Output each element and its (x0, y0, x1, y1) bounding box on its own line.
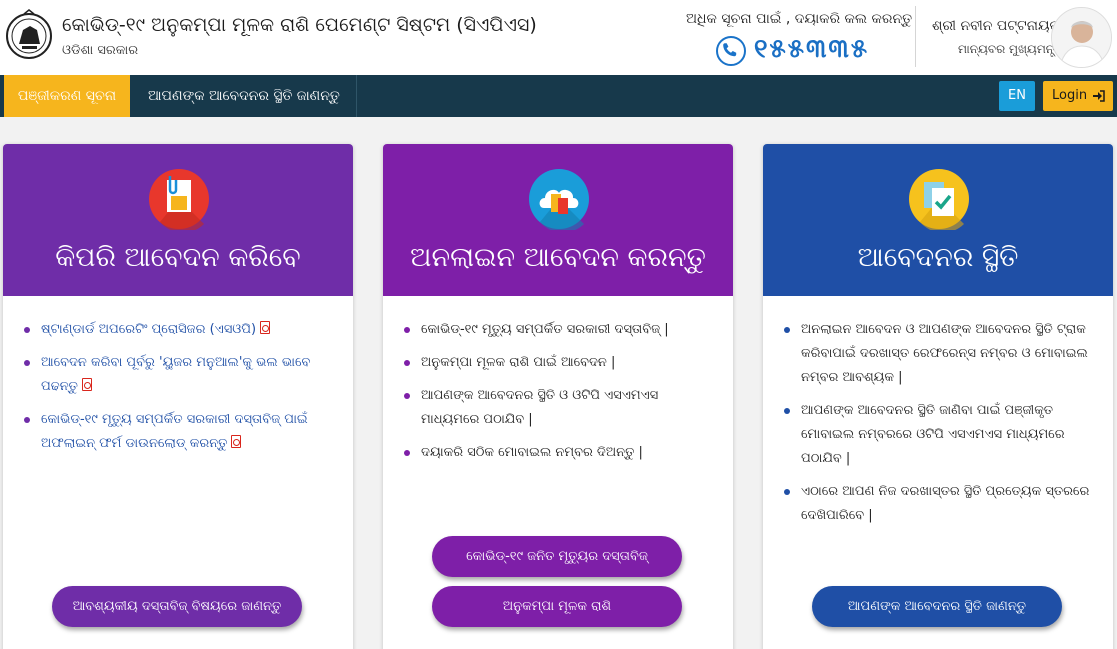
pdf-icon[interactable] (231, 435, 242, 448)
tab-registration-info[interactable]: ପଞ୍ଜୀକରଣ ସୂଚନା (4, 75, 130, 117)
list-item-text: ଦୟାକରି ସଠିକ ମୋବାଇଲ ନମ୍ବର ଦିଅନ୍ତୁ | (421, 445, 643, 460)
list-item-text: କୋଭିଡ୍-୧୯ ମୃତ୍ୟୁ ସମ୍ପର୍କିତ ସରକାରୀ ଦସ୍ତାବ… (421, 322, 669, 337)
helpline-text: ଅଧିକ ସୂଚନା ପାଇଁ , ଦୟାକରି କଲ କରନ୍ତୁ (686, 11, 913, 27)
list-item-text: ଆପଣଙ୍କ ଆବେଦନର ସ୍ଥିତି ଜାଣିବା ପାଇଁ ପଞ୍ଜୀକୃ… (801, 403, 1065, 466)
card-header: ଅନଲାଇନ ଆବେଦନ କରନ୍ତୁ (383, 144, 733, 296)
cloud-upload-icon (529, 169, 589, 230)
portrait-icon (1052, 8, 1111, 67)
login-label: Login (1052, 88, 1088, 103)
card-apply-online: ଅନଲାଇନ ଆବେଦନ କରନ୍ତୁ କୋଭିଡ୍-୧୯ ମୃତ୍ୟୁ ସମ୍… (383, 144, 733, 649)
covid-death-document-button[interactable]: କୋଭିଡ୍-୧୯ ଜନିତ ମୃତ୍ୟୁର ଦସ୍ତାବିଜ୍ (432, 536, 682, 577)
list-item: ଆପଣଙ୍କ ଆବେଦନର ସ୍ଥିତି ଜାଣିବା ପାଇଁ ପଞ୍ଜୀକୃ… (784, 399, 1093, 471)
card-info-list: ଷ୍ଟାଣ୍ଡାର୍ଡ ଅପରେଟିଂ ପ୍ରୋସିଜର (ଏସଓପି) ଆବେ… (3, 296, 353, 456)
list-item[interactable]: କୋଭିଡ୍-୧୯ ମୃତ୍ୟୁ ସମ୍ପର୍କିତ ସରକାରୀ ଦସ୍ତାବ… (24, 408, 333, 456)
card-header: ଆବେଦନର ସ୍ଥିତି (763, 144, 1113, 296)
list-item-text: ଆପଣଙ୍କ ଆବେଦନର ସ୍ଥିତି ଓ ଓଟିପି ଏସଏମଏସ ମାଧ୍… (421, 388, 659, 427)
cm-name: ଶ୍ରୀ ନବୀନ ପଟ୍ଟନାୟକ (932, 18, 1060, 34)
page-title: କୋଭିଡ୍-୧୯ ଅନୁକମ୍ପା ମୂଳକ ରାଶି ପେମେଣ୍ଟ ସିଷ… (62, 14, 537, 36)
list-item-text[interactable]: କୋଭିଡ୍-୧୯ ମୃତ୍ୟୁ ସମ୍ପର୍କିତ ସରକାରୀ ଦସ୍ତାବ… (41, 412, 308, 451)
list-item: କୋଭିଡ୍-୧୯ ମୃତ୍ୟୁ ସମ୍ପର୍କିତ ସରକାରୀ ଦସ୍ତାବ… (404, 318, 713, 342)
list-item-text: ଏଠାରେ ଆପଣ ନିଜ ଦରଖାସ୍ତର ସ୍ଥିତି ପ୍ରତ୍ୟେକ ସ… (801, 484, 1090, 523)
list-item: ଅନୁକମ୍ପା ମୂଳକ ରାଶି ପାଇଁ ଆବେଦନ | (404, 351, 713, 375)
card-how-to-apply: କିପରି ଆବେଦନ କରିବେ ଷ୍ଟାଣ୍ଡାର୍ଡ ଅପରେଟିଂ ପ୍… (3, 144, 353, 649)
header-divider (915, 6, 916, 67)
card-info-list: କୋଭିଡ୍-୧୯ ମୃତ୍ୟୁ ସମ୍ପର୍କିତ ସରକାରୀ ଦସ୍ତାବ… (383, 296, 733, 465)
card-title: କିପରି ଆବେଦନ କରିବେ (55, 242, 301, 273)
phone-icon (716, 36, 746, 66)
list-item[interactable]: ଷ୍ଟାଣ୍ଡାର୍ଡ ଅପରେଟିଂ ପ୍ରୋସିଜର (ଏସଓପି) (24, 318, 333, 342)
login-button[interactable]: Login (1043, 81, 1113, 111)
list-item: ଏଠାରେ ଆପଣ ନିଜ ଦରଖାସ୍ତର ସ୍ଥିତି ପ୍ରତ୍ୟେକ ସ… (784, 480, 1093, 528)
cm-photo (1051, 7, 1112, 68)
main-navbar: ପଞ୍ଜୀକରଣ ସୂଚନା ଆପଣଙ୍କ ଆବେଦନର ସ୍ଥିତି ଜାଣନ… (0, 75, 1117, 117)
language-toggle-button[interactable]: EN (999, 81, 1035, 111)
check-status-button[interactable]: ଆପଣଙ୍କ ଆବେଦନର ସ୍ଥିତି ଜାଣନ୍ତୁ (812, 586, 1062, 627)
required-documents-button[interactable]: ଆବଶ୍ୟକୀୟ ଦସ୍ତାବିଜ୍ ବିଷୟରେ ଜାଣନ୍ତୁ (52, 586, 302, 627)
list-item: ଦୟାକରି ସଠିକ ମୋବାଇଲ ନମ୍ବର ଦିଅନ୍ତୁ | (404, 441, 713, 465)
status-check-icon (909, 169, 969, 230)
site-header: କୋଭିଡ୍-୧୯ ଅନୁକମ୍ପା ମୂଳକ ରାଶି ପେମେଣ୍ଟ ସିଷ… (0, 0, 1117, 75)
list-item: ଅନଲାଇନ ଆବେଦନ ଓ ଆପଣଙ୍କ ଆବେଦନର ସ୍ଥିତି ଟ୍ରା… (784, 318, 1093, 390)
list-item-text[interactable]: ଷ୍ଟାଣ୍ଡାର୍ଡ ଅପରେଟିଂ ପ୍ରୋସିଜର (ଏସଓପି) (41, 322, 256, 337)
page-subtitle: ଓଡିଶା ସରକାର (62, 43, 139, 58)
odisha-emblem-icon (6, 9, 52, 59)
helpline-number[interactable]: ୧୫୫୩୩୫ (754, 34, 869, 65)
card-header: କିପରି ଆବେଦନ କରିବେ (3, 144, 353, 296)
pdf-icon[interactable] (260, 321, 271, 334)
list-item: ଆପଣଙ୍କ ଆବେଦନର ସ୍ଥିତି ଓ ଓଟିପି ଏସଏମଏସ ମାଧ୍… (404, 384, 713, 432)
cm-title: ମାନ୍ୟବର ମୁଖ୍ୟମନ୍ତ୍ରୀ (958, 42, 1066, 56)
pdf-icon[interactable] (81, 378, 92, 391)
card-info-list: ଅନଲାଇନ ଆବେଦନ ଓ ଆପଣଙ୍କ ଆବେଦନର ସ୍ଥିତି ଟ୍ରା… (763, 296, 1113, 528)
list-item[interactable]: ଆବେଦନ କରିବା ପୂର୍ବରୁ 'ୟୁଜର ମନୁଆଲ'କୁ ଭଲ ଭା… (24, 351, 333, 399)
ex-gratia-button[interactable]: ଅନୁକମ୍ପା ମୂଳକ ରାଶି (432, 586, 682, 627)
card-application-status: ଆବେଦନର ସ୍ଥିତି ଅନଲାଇନ ଆବେଦନ ଓ ଆପଣଙ୍କ ଆବେଦ… (763, 144, 1113, 649)
list-item-text: ଅନୁକମ୍ପା ମୂଳକ ରାଶି ପାଇଁ ଆବେଦନ | (421, 355, 616, 370)
tab-application-status[interactable]: ଆପଣଙ୍କ ଆବେଦନର ସ୍ଥିତି ଜାଣନ୍ତୁ (132, 75, 357, 117)
sign-in-icon (1093, 90, 1105, 102)
document-icon (149, 169, 209, 230)
card-title: ଅନଲାଇନ ଆବେଦନ କରନ୍ତୁ (410, 242, 706, 273)
list-item-text: ଅନଲାଇନ ଆବେଦନ ଓ ଆପଣଙ୍କ ଆବେଦନର ସ୍ଥିତି ଟ୍ରା… (801, 322, 1088, 385)
card-title: ଆବେଦନର ସ୍ଥିତି (857, 242, 1019, 273)
